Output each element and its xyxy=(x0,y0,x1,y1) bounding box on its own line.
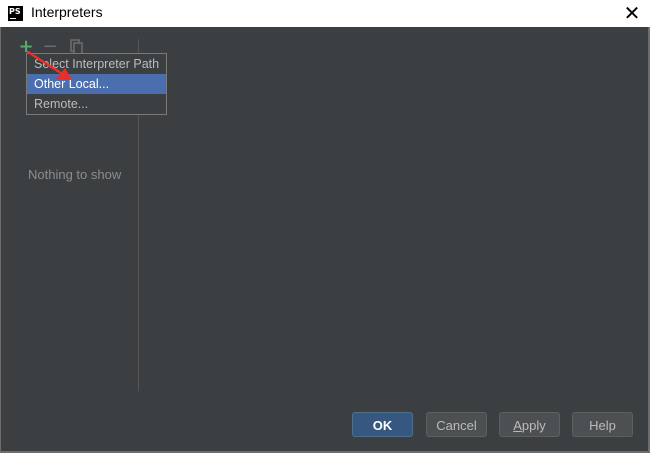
apply-button[interactable]: Apply xyxy=(499,412,560,437)
title-bar: PS Interpreters ✕ xyxy=(0,0,650,27)
close-icon[interactable]: ✕ xyxy=(620,1,644,25)
phpstorm-app-icon: PS xyxy=(8,6,23,21)
help-button[interactable]: Help xyxy=(572,412,633,437)
menu-item-select-interpreter-path[interactable]: Select Interpreter Path xyxy=(27,54,166,74)
apply-mnemonic: A xyxy=(513,418,522,433)
menu-item-remote[interactable]: Remote... xyxy=(27,94,166,114)
cancel-button[interactable]: Cancel xyxy=(426,412,487,437)
add-interpreter-menu: Select Interpreter Path Other Local... R… xyxy=(26,53,167,115)
window-title: Interpreters xyxy=(31,4,103,20)
empty-list-message: Nothing to show xyxy=(28,167,122,182)
dialog-content: + − Nothing to show Select Interpreter P… xyxy=(1,27,648,451)
ok-button[interactable]: OK xyxy=(352,412,413,437)
apply-label: pply xyxy=(521,418,546,433)
menu-item-other-local[interactable]: Other Local... xyxy=(27,74,166,94)
